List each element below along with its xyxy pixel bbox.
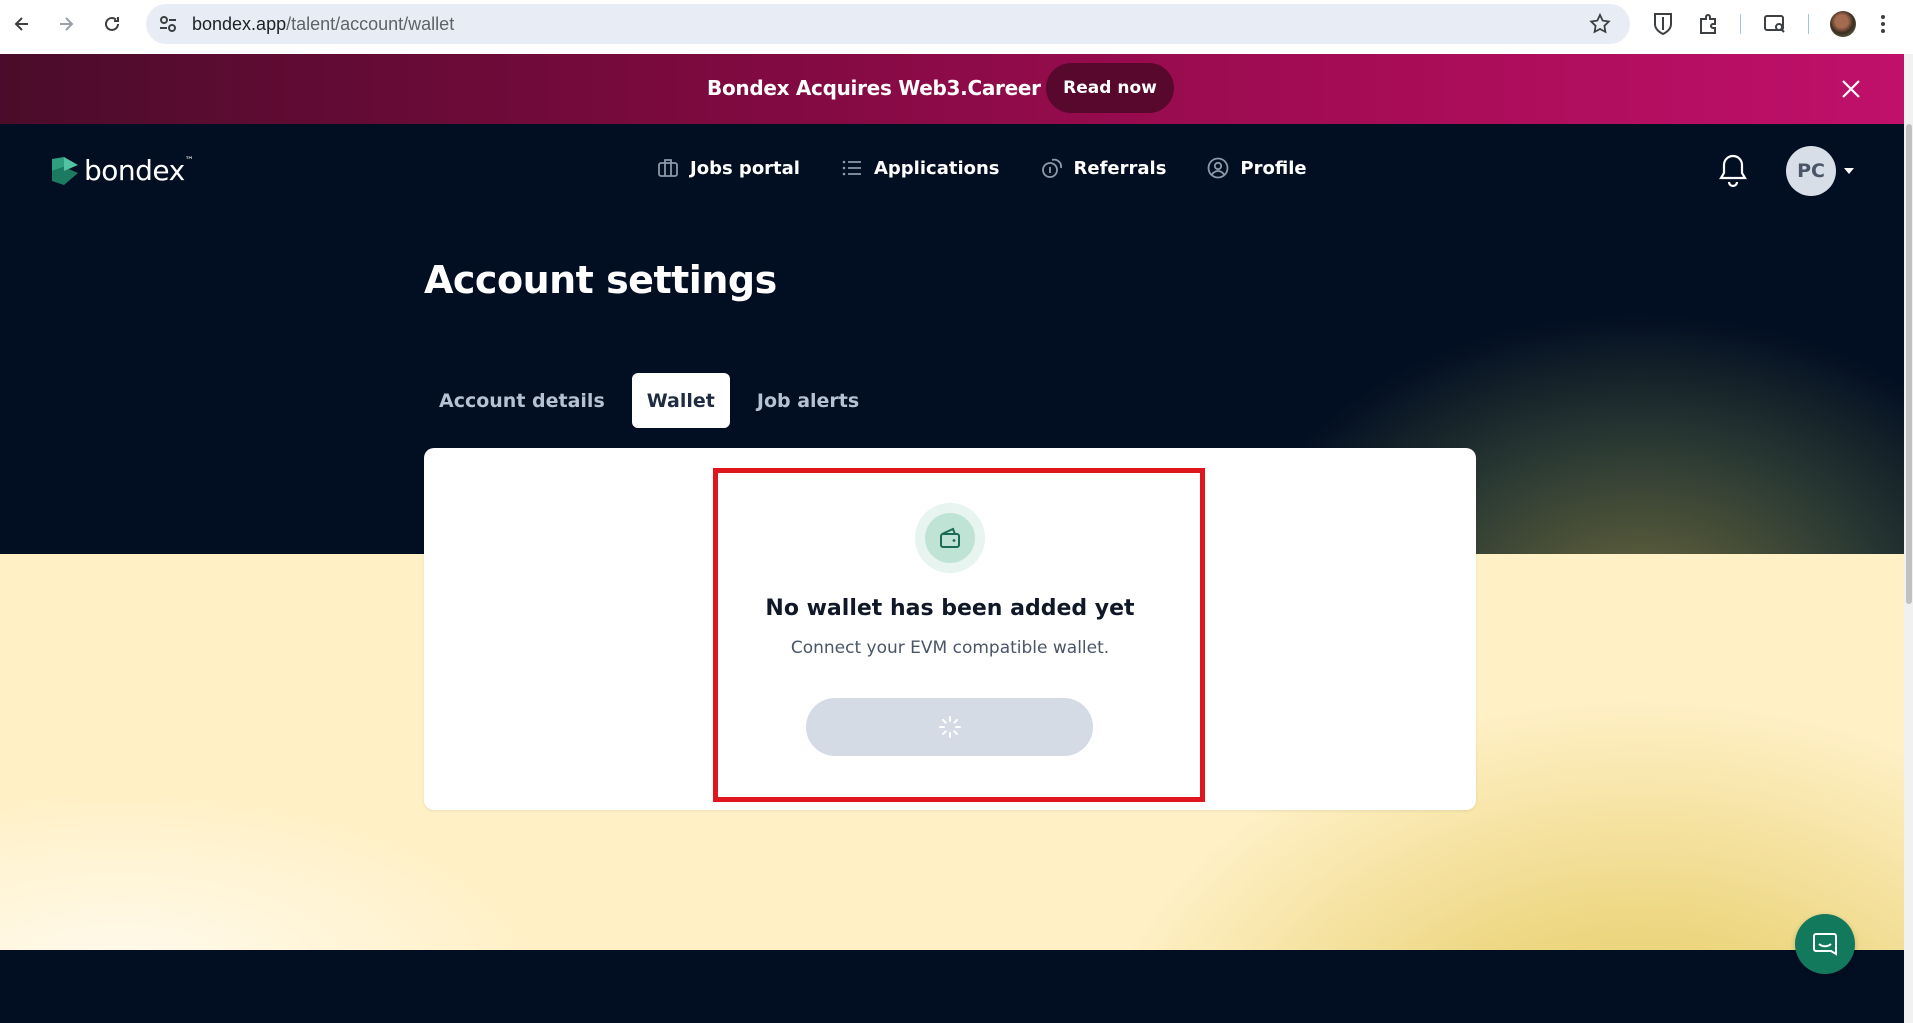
logo-trademark: ™ (184, 155, 194, 166)
close-icon[interactable] (1838, 76, 1864, 102)
annotation-highlight-box (713, 468, 1205, 802)
browser-toolbar: bondex.app/talent/account/wallet (0, 0, 1913, 54)
nav-profile[interactable]: Profile (1206, 156, 1307, 180)
settings-tabs: Account details Wallet Job alerts (424, 373, 886, 428)
nav-label: Jobs portal (690, 157, 800, 179)
nav-label: Profile (1240, 157, 1307, 179)
bookmark-star-icon[interactable] (1588, 12, 1612, 36)
browser-menu-icon[interactable] (1876, 11, 1890, 37)
list-icon (842, 160, 861, 176)
chat-icon (1813, 933, 1837, 956)
back-icon[interactable] (8, 10, 36, 38)
promo-title: Bondex Acquires Web3.Career (707, 76, 1041, 100)
chevron-down-icon[interactable] (1842, 164, 1856, 178)
tab-wallet[interactable]: Wallet (631, 373, 730, 428)
address-bar[interactable]: bondex.app/talent/account/wallet (146, 4, 1630, 44)
extensions-puzzle-icon[interactable] (1696, 11, 1722, 37)
reload-icon[interactable] (98, 10, 126, 38)
page-title: Account settings (424, 258, 777, 302)
nav-label: Referrals (1073, 157, 1167, 179)
nav-applications[interactable]: Applications (840, 156, 1000, 180)
promo-banner: Bondex Acquires Web3.Career Read now (0, 54, 1904, 124)
scrollbar-thumb[interactable] (1906, 124, 1912, 604)
read-now-button[interactable]: Read now (1046, 63, 1174, 113)
user-avatar[interactable]: PC (1786, 146, 1836, 196)
nav-referrals[interactable]: Referrals (1040, 156, 1167, 180)
main-navigation: Jobs portal Applications Referrals Profi… (656, 156, 1347, 180)
forward-icon[interactable] (52, 10, 80, 38)
url-text[interactable]: bondex.app/talent/account/wallet (192, 14, 454, 35)
tab-search-icon[interactable] (1762, 11, 1788, 37)
bondex-logo-icon (52, 156, 78, 185)
site-settings-icon[interactable] (156, 12, 180, 36)
referral-coins-icon (1041, 158, 1062, 178)
tab-job-alerts[interactable]: Job alerts (742, 373, 874, 428)
footer-background (0, 950, 1904, 1023)
user-circle-icon (1208, 157, 1229, 179)
notification-bell-icon[interactable] (1716, 152, 1750, 188)
nav-jobs-portal[interactable]: Jobs portal (656, 156, 800, 180)
logo-text: bondex (84, 154, 185, 187)
tab-account-details[interactable]: Account details (424, 373, 620, 428)
bondex-logo[interactable]: bondex ™ (50, 154, 194, 187)
nav-label: Applications (873, 157, 1000, 179)
site-header: bondex ™ Jobs portal Applications Referr… (0, 124, 1904, 218)
briefcase-icon (658, 159, 678, 177)
bitwarden-extension-icon[interactable] (1650, 11, 1676, 37)
chat-support-button[interactable] (1795, 914, 1855, 974)
browser-profile-avatar[interactable] (1830, 11, 1856, 37)
